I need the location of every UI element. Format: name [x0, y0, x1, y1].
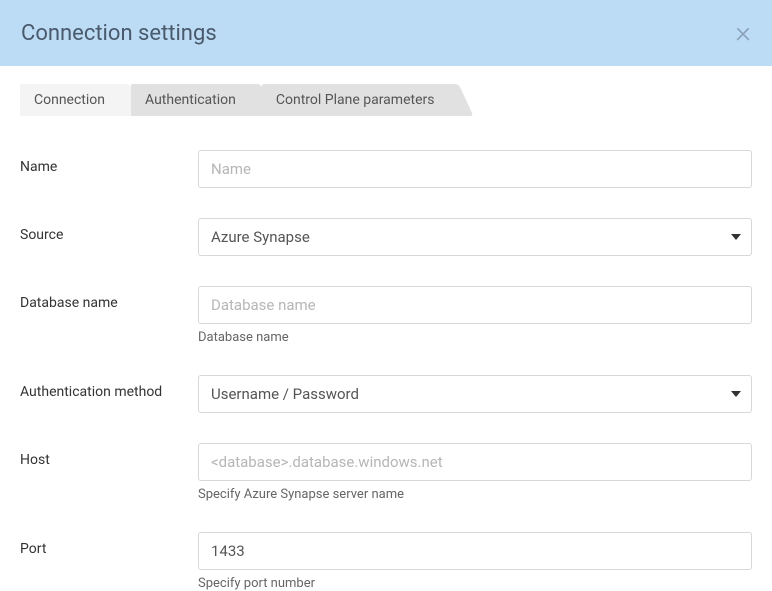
- label-port: Port: [20, 532, 198, 557]
- row-host: Host Specify Azure Synapse server name: [20, 443, 752, 502]
- tab-control-plane[interactable]: Control Plane parameters: [262, 84, 455, 116]
- row-auth-method: Authentication method Username / Passwor…: [20, 375, 752, 413]
- tab-bar: Connection Authentication Control Plane …: [20, 84, 752, 116]
- source-select[interactable]: Azure Synapse: [198, 218, 752, 256]
- auth-method-select[interactable]: Username / Password: [198, 375, 752, 413]
- tab-authentication-label: Authentication: [145, 92, 236, 108]
- dialog-title: Connection settings: [21, 21, 217, 46]
- label-database: Database name: [20, 286, 198, 311]
- row-source: Source Azure Synapse: [20, 218, 752, 256]
- label-host: Host: [20, 443, 198, 468]
- tab-connection[interactable]: Connection: [20, 84, 125, 116]
- hint-port: Specify port number: [198, 576, 752, 591]
- label-name: Name: [20, 150, 198, 175]
- database-input[interactable]: [198, 286, 752, 324]
- dialog-header: Connection settings ×: [0, 0, 772, 66]
- label-auth-method: Authentication method: [20, 375, 198, 400]
- close-icon[interactable]: ×: [735, 18, 751, 48]
- row-name: Name: [20, 150, 752, 188]
- label-source: Source: [20, 218, 198, 243]
- tab-authentication[interactable]: Authentication: [131, 84, 256, 116]
- name-input[interactable]: [198, 150, 752, 188]
- port-input[interactable]: [198, 532, 752, 570]
- tab-connection-label: Connection: [34, 92, 105, 108]
- row-port: Port Specify port number: [20, 532, 752, 591]
- tab-control-plane-label: Control Plane parameters: [276, 92, 435, 108]
- host-input[interactable]: [198, 443, 752, 481]
- row-database: Database name Database name: [20, 286, 752, 345]
- form-body: Name Source Azure Synapse Database name …: [0, 116, 772, 591]
- hint-host: Specify Azure Synapse server name: [198, 487, 752, 502]
- hint-database: Database name: [198, 330, 752, 345]
